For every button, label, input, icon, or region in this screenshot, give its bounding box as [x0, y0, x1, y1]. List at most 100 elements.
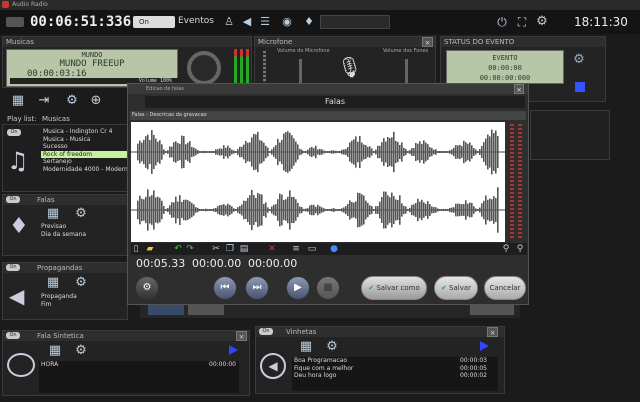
zoom-in-icon[interactable]: ⚲ — [515, 241, 525, 257]
gear-icon[interactable]: ⚙ — [535, 14, 549, 30]
waveform-bar — [223, 145, 225, 159]
megaphone-icon[interactable]: ◀ — [240, 14, 254, 30]
waveform-bar — [419, 141, 421, 163]
waveform-bar — [453, 147, 455, 157]
falas-settings-icon[interactable]: ⚙ — [73, 206, 89, 222]
waveform-bar — [359, 193, 361, 227]
open-icon[interactable]: ▰ — [145, 241, 155, 257]
cancel-button[interactable]: Cancelar — [484, 276, 526, 300]
new-icon[interactable]: ▯ — [131, 241, 141, 257]
waveform-bar — [233, 208, 235, 212]
status-stop-icon[interactable] — [575, 82, 585, 92]
propagandas-tag[interactable]: On — [6, 264, 20, 271]
antenna-icon[interactable]: ⛶ — [515, 14, 529, 30]
waveform-bar — [141, 198, 143, 222]
copy-icon[interactable]: ❐ — [225, 241, 235, 257]
zoom-out-icon[interactable]: ⚲ — [501, 241, 511, 257]
waveform-bar — [445, 151, 447, 153]
vinhetas-close[interactable]: × — [487, 327, 498, 337]
table-row[interactable]: Fique com a melhor 00:00:05 — [292, 365, 498, 373]
falas-add-icon[interactable]: ▦ — [45, 206, 61, 222]
list-item[interactable]: Dia da semana — [39, 231, 127, 239]
vinhetas-play-icon[interactable] — [480, 341, 489, 351]
vinhetas-tag[interactable]: On — [259, 328, 273, 335]
mixer-icon[interactable]: ⊕ — [88, 93, 104, 109]
save-as-button[interactable]: ✔ Salvar como — [361, 276, 427, 300]
waveform-bar — [493, 133, 495, 171]
settings-icon[interactable]: ⚙ — [64, 93, 80, 109]
table-row[interactable]: Boa Programacao 00:00:03 — [292, 357, 498, 365]
paste-icon[interactable]: ▤ — [239, 241, 249, 257]
list-item[interactable]: Musica - Musica — [41, 136, 127, 144]
waveform-bar — [475, 208, 477, 212]
add-list-icon[interactable]: ▦ — [10, 93, 26, 109]
play-button[interactable]: ▶ — [286, 276, 310, 300]
sintetica-tag[interactable]: On — [6, 332, 20, 339]
propagandas-add-icon[interactable]: ▦ — [45, 275, 61, 291]
list-item[interactable]: Sucesso — [41, 143, 127, 151]
power-icon[interactable]: ⏻ — [495, 14, 509, 30]
waveform-bar — [187, 142, 189, 162]
undo-icon[interactable]: ↶ — [173, 241, 183, 257]
waveform-bar — [219, 205, 221, 215]
delete-icon[interactable]: ✕ — [267, 241, 277, 257]
propagandas-settings-icon[interactable]: ⚙ — [73, 275, 89, 291]
waveform-area[interactable] — [131, 122, 505, 242]
vinhetas-settings-icon[interactable]: ⚙ — [324, 339, 340, 355]
sintetica-item[interactable]: HORA — [41, 361, 58, 368]
redo-icon[interactable]: ↷ — [185, 241, 195, 257]
waveform-bar — [349, 200, 351, 220]
waveform-bar — [327, 209, 329, 211]
save-button[interactable]: ✔ Salvar — [434, 276, 478, 300]
sintetica-close[interactable]: × — [236, 331, 247, 341]
playlist-list[interactable]: Musica - Indington Cr 4 Musica - Musica … — [41, 128, 127, 191]
propagandas-list[interactable]: Propaganda Fim — [39, 293, 127, 308]
user-icon[interactable]: ♙ — [222, 14, 236, 30]
vinhetas-add-icon[interactable]: ▦ — [298, 339, 314, 355]
cut-icon[interactable]: ✂ — [211, 241, 221, 257]
mic-slider[interactable] — [299, 59, 302, 85]
status-settings-icon[interactable]: ⚙ — [571, 52, 587, 68]
list-item[interactable]: Propaganda — [39, 293, 127, 301]
chat-icon[interactable]: ◉ — [280, 14, 294, 30]
list-item[interactable]: Sertanejo — [41, 158, 127, 166]
falas-list[interactable]: Previsao Dia da semana — [39, 223, 127, 238]
list-item[interactable]: Fim — [39, 301, 127, 309]
waveform-bar — [477, 151, 479, 153]
skip-forward-button[interactable]: ⏭ — [245, 276, 269, 300]
phones-slider[interactable] — [405, 59, 408, 85]
mic-icon[interactable]: ♦ — [302, 14, 316, 30]
list-item[interactable]: Modernidade 4000 - Modern — [41, 166, 127, 174]
playlist-value[interactable]: Musicas — [42, 115, 70, 123]
list-item-selected[interactable]: Rock of freedom — [41, 150, 127, 158]
dialog-settings-button[interactable]: ⚙ — [135, 276, 159, 300]
skip-back-button[interactable]: ⏮ — [213, 276, 237, 300]
trim-icon[interactable]: ▭ — [307, 241, 317, 257]
microfone-close[interactable]: × — [422, 37, 433, 47]
playlist-tag[interactable]: On — [7, 129, 21, 136]
waveform-bar — [497, 187, 499, 233]
waveform-bar — [265, 202, 267, 218]
falas-tag[interactable]: On — [6, 196, 20, 203]
on-toggle[interactable]: On — [133, 16, 175, 28]
waveform-bar — [319, 206, 321, 214]
export-icon[interactable]: ⇥ — [36, 93, 52, 109]
table-row[interactable]: Deu hora logo 00:00:02 — [292, 372, 498, 380]
sintetica-play-icon[interactable] — [229, 345, 238, 355]
waveform-bar — [259, 194, 261, 226]
events-field[interactable] — [320, 15, 390, 29]
waveform-bar — [347, 147, 349, 157]
stop-button[interactable]: ■ — [316, 276, 340, 300]
dialog-outer-close[interactable]: × — [514, 84, 524, 94]
effect-icon[interactable]: ● — [329, 241, 339, 257]
list-item[interactable]: Musica - Indington Cr 4 — [41, 128, 127, 136]
sintetica-settings-icon[interactable]: ⚙ — [73, 343, 89, 359]
list-icon[interactable]: ☰ — [258, 14, 272, 30]
sintetica-add-icon[interactable]: ▦ — [47, 343, 63, 359]
list-item[interactable]: Previsao — [39, 223, 127, 231]
sintetica-list[interactable]: HORA 00:00:00 — [39, 361, 239, 393]
align-icon[interactable]: ≡ — [291, 241, 301, 257]
vinhetas-list[interactable]: Boa Programacao 00:00:03 Fique com a melh… — [292, 357, 498, 391]
waveform-bar — [307, 149, 309, 155]
waveform-bar — [477, 209, 479, 211]
